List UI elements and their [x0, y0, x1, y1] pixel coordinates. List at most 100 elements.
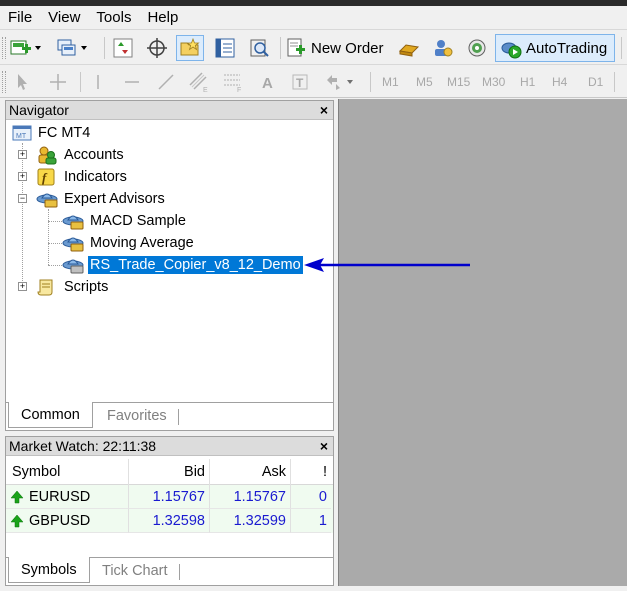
expand-indicators-toggle[interactable]: +	[18, 172, 27, 181]
toolbar-grip[interactable]	[2, 71, 6, 93]
timeframe-m5[interactable]: M5	[416, 75, 433, 89]
column-bid[interactable]: Bid	[129, 459, 210, 485]
equidistant-channel-tool[interactable]: E	[188, 69, 210, 95]
vertical-line-tool[interactable]	[88, 69, 108, 95]
market-watch-close-button[interactable]: ×	[320, 437, 328, 455]
annotation-arrow-icon	[304, 258, 470, 272]
navigator-tree: MT FC MT4 + Accounts + f Indicators − Ex…	[6, 121, 333, 401]
crosshair-icon	[50, 74, 66, 90]
column-ask[interactable]: Ask	[210, 459, 291, 485]
ask-cell: 1.15767	[210, 485, 291, 509]
toolbar-grip[interactable]	[2, 37, 6, 59]
tree-item-accounts[interactable]: Accounts	[36, 145, 124, 165]
tree-item-expert-label: Moving Average	[90, 235, 194, 251]
collapse-expert-advisors-toggle[interactable]: −	[18, 194, 27, 203]
timeframe-m1[interactable]: M1	[382, 75, 399, 89]
terminal-toggle-button[interactable]	[214, 35, 236, 61]
trendline-tool[interactable]	[156, 69, 176, 95]
market-watch-title: Market Watch: 22:11:38	[9, 438, 157, 454]
bid-cell: 1.32598	[129, 509, 210, 533]
up-arrow-icon	[10, 514, 24, 527]
terminal-icon: MT	[12, 125, 32, 141]
market-watch-panel: Market Watch: 22:11:38 × Symbol Bid Ask …	[5, 436, 334, 586]
menu-file[interactable]: File	[0, 7, 40, 29]
data-window-button[interactable]	[146, 35, 168, 61]
column-symbol[interactable]: Symbol	[6, 459, 129, 485]
timeframe-h4[interactable]: H4	[552, 75, 567, 89]
timeframe-h1[interactable]: H1	[520, 75, 535, 89]
tree-item-expert-label: RS_Trade_Copier_v8_12_Demo	[87, 255, 304, 275]
profiles-icon	[57, 39, 76, 56]
market-button[interactable]	[398, 35, 420, 61]
timeframe-m30[interactable]: M30	[482, 75, 505, 89]
mql5-community-button[interactable]	[466, 35, 488, 61]
tree-item-indicators[interactable]: f Indicators	[36, 167, 127, 187]
navigator-tabs: Common Favorites	[6, 402, 333, 430]
tree-connector	[48, 221, 62, 222]
tree-connector	[22, 143, 23, 287]
trendline-icon	[158, 74, 174, 90]
strategy-tester-icon	[250, 39, 269, 57]
chevron-down-icon[interactable]	[347, 80, 353, 84]
menu-tools[interactable]: Tools	[88, 7, 139, 29]
expert-advisor-icon	[36, 193, 58, 208]
crosshair-icon	[147, 38, 167, 58]
text-label-tool[interactable]: T	[290, 69, 310, 95]
navigator-close-button[interactable]: ×	[320, 101, 328, 119]
market-watch-title-bar: Market Watch: 22:11:38 ×	[6, 437, 333, 456]
tab-common[interactable]: Common	[8, 402, 93, 428]
market-watch-toggle-button[interactable]	[112, 35, 134, 61]
navigator-folder-icon	[180, 37, 200, 56]
tab-symbols[interactable]: Symbols	[8, 557, 90, 583]
signals-icon	[435, 40, 453, 57]
tree-connector	[48, 243, 62, 244]
table-row[interactable]: EURUSD 1.15767 1.15767 0	[6, 485, 333, 509]
toolbar-separator	[80, 72, 81, 92]
chevron-down-icon[interactable]	[35, 46, 41, 50]
svg-text:E: E	[203, 87, 208, 93]
tree-item-expert[interactable]: MACD Sample	[62, 211, 186, 231]
toolbar-separator	[614, 72, 615, 92]
timeframe-d1[interactable]: D1	[588, 75, 603, 89]
signals-button[interactable]	[432, 35, 454, 61]
tab-favorites[interactable]: Favorites	[95, 403, 179, 429]
market-watch-tabs: Symbols Tick Chart	[6, 557, 333, 585]
menu-view[interactable]: View	[40, 7, 88, 29]
expand-scripts-toggle[interactable]: +	[18, 282, 27, 291]
autotrading-button[interactable]: AutoTrading	[495, 34, 615, 62]
chevron-down-icon[interactable]	[81, 46, 87, 50]
fibonacci-tool[interactable]: F	[222, 69, 244, 95]
indicator-icon: f	[37, 168, 55, 186]
new-order-button[interactable]: New Order	[285, 35, 384, 61]
arrows-tool[interactable]	[324, 69, 353, 95]
market-watch-icon	[113, 38, 133, 58]
navigator-title: Navigator	[9, 102, 69, 118]
fibonacci-icon: F	[224, 74, 241, 93]
tab-separator	[178, 409, 179, 425]
horizontal-line-tool[interactable]	[122, 69, 142, 95]
globe-icon	[468, 39, 486, 57]
symbol-name: EURUSD	[29, 488, 91, 505]
menu-help[interactable]: Help	[139, 7, 186, 29]
navigator-toggle-button[interactable]	[176, 35, 204, 61]
expand-accounts-toggle[interactable]: +	[18, 150, 27, 159]
column-spread[interactable]: !	[291, 459, 331, 485]
line-studies-toolbar: E F A T M1 M5 M15 M30 H1 H4 D1	[0, 66, 627, 98]
tree-item-expert[interactable]: Moving Average	[62, 233, 194, 253]
crosshair-tool[interactable]	[48, 69, 68, 95]
new-chart-button[interactable]	[10, 35, 41, 61]
chart-workspace[interactable]	[338, 99, 627, 586]
standard-toolbar: New Order AutoTrading	[0, 31, 627, 65]
tree-item-expert-advisors[interactable]: Expert Advisors	[36, 189, 165, 209]
spread-cell: 0	[291, 485, 331, 509]
cursor-tool[interactable]	[12, 69, 32, 95]
strategy-tester-button[interactable]	[248, 35, 270, 61]
text-tool[interactable]: A	[258, 69, 278, 95]
profiles-button[interactable]	[56, 35, 87, 61]
timeframe-m15[interactable]: M15	[447, 75, 470, 89]
tree-item-scripts[interactable]: Scripts	[36, 277, 108, 297]
tree-root[interactable]: MT FC MT4	[12, 123, 90, 143]
tab-tick-chart[interactable]: Tick Chart	[90, 558, 180, 584]
table-row[interactable]: GBPUSD 1.32598 1.32599 1	[6, 509, 333, 533]
tree-item-expert-selected[interactable]: RS_Trade_Copier_v8_12_Demo	[62, 255, 304, 275]
